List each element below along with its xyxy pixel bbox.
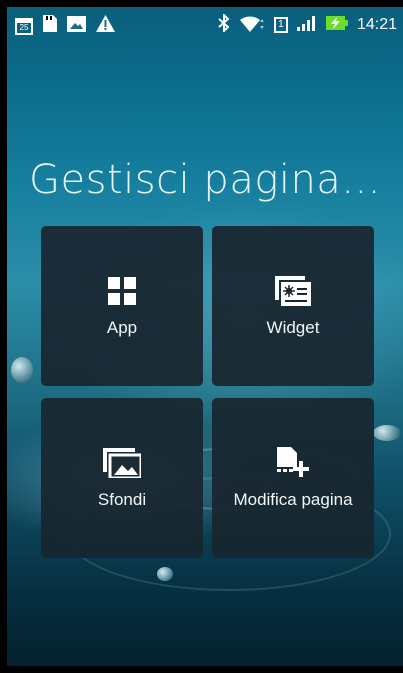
apps-grid-icon bbox=[108, 274, 136, 308]
calendar-icon: 25 bbox=[15, 17, 33, 35]
wallpaper-droplet bbox=[11, 357, 33, 383]
clock: 14:21 bbox=[356, 16, 397, 33]
wallpaper-label: Sfondi bbox=[97, 490, 147, 509]
signal-icon bbox=[296, 15, 317, 35]
edit-page-button[interactable]: Modifica pagina bbox=[212, 398, 374, 558]
status-bar: 25 1 14:21 bbox=[7, 7, 403, 43]
widget-icon bbox=[275, 274, 311, 308]
wallpaper-button[interactable]: Sfondi bbox=[41, 398, 203, 558]
image-icon bbox=[67, 15, 86, 36]
battery-charging-icon bbox=[325, 15, 348, 35]
calendar-day: 25 bbox=[19, 22, 29, 32]
sd-card-icon bbox=[43, 15, 57, 36]
sim-slot-number: 1 bbox=[278, 19, 284, 30]
home-screen: 25 1 14:21 Gestisci pagina... App Widget… bbox=[7, 7, 403, 666]
sim-icon: 1 bbox=[273, 17, 288, 33]
wallpaper-droplet bbox=[157, 567, 173, 581]
app-label: App bbox=[106, 318, 138, 337]
wifi-icon bbox=[239, 14, 265, 36]
widget-label: Widget bbox=[266, 318, 320, 337]
edit-page-label: Modifica pagina bbox=[233, 490, 353, 509]
warning-icon bbox=[96, 15, 115, 36]
widget-button[interactable]: Widget bbox=[212, 226, 374, 386]
wallpaper-droplet bbox=[373, 425, 401, 441]
page-title: Gestisci pagina... bbox=[29, 157, 381, 203]
app-button[interactable]: App bbox=[41, 226, 203, 386]
bluetooth-icon bbox=[218, 12, 230, 36]
edit-page-icon bbox=[277, 446, 309, 480]
wallpaper-icon bbox=[103, 446, 141, 480]
